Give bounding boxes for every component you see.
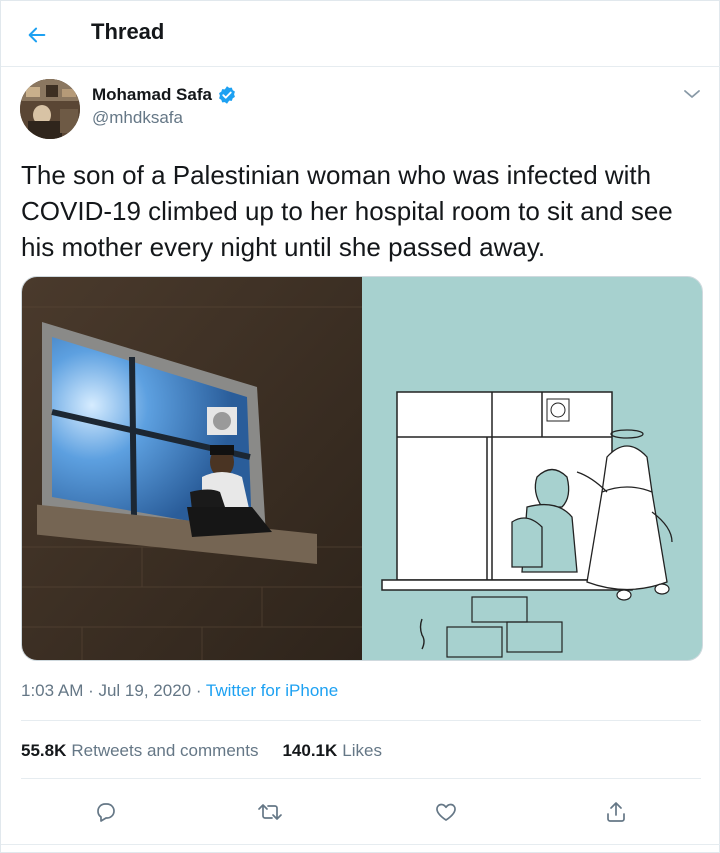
arrow-left-icon: [28, 27, 46, 43]
author-handle[interactable]: @mhdksafa: [92, 108, 183, 128]
tweet-text: The son of a Palestinian woman who was i…: [21, 160, 673, 262]
divider: [21, 720, 701, 721]
reply-button[interactable]: [91, 797, 121, 827]
divider: [21, 778, 701, 779]
likes-label: Likes: [342, 741, 382, 760]
divider: [1, 844, 720, 845]
avatar[interactable]: [20, 79, 80, 139]
likes-stat[interactable]: 140.1K Likes: [282, 741, 382, 761]
likes-count: 140.1K: [282, 741, 338, 760]
avatar-image: [20, 79, 80, 139]
author-name-text: Mohamad Safa: [92, 85, 212, 104]
reply-icon: [97, 803, 115, 822]
tweet-media[interactable]: [21, 276, 703, 661]
like-icon: [436, 803, 456, 821]
illustration-image: [362, 277, 702, 660]
tweet-time[interactable]: 1:03 AM · Jul 19, 2020 ·: [21, 681, 206, 700]
header: Thread: [1, 1, 720, 67]
share-button[interactable]: [601, 797, 631, 827]
share-icon: [607, 802, 625, 822]
tweet-menu-button[interactable]: [681, 85, 703, 103]
back-button[interactable]: [23, 21, 51, 49]
tweet-timestamp: 1:03 AM · Jul 19, 2020 · Twitter for iPh…: [21, 681, 338, 701]
verified-badge-icon: [219, 86, 235, 104]
page-title: Thread: [91, 19, 165, 44]
chevron-down-icon: [684, 90, 700, 98]
retweet-icon: [258, 804, 282, 820]
tweet-stats: 55.8K Retweets and comments 140.1K Likes: [21, 741, 406, 761]
author-name[interactable]: Mohamad Safa: [92, 85, 237, 105]
retweets-label: Retweets and comments: [71, 741, 259, 760]
illustration-mother-angel[interactable]: [362, 277, 702, 660]
retweets-count: 55.8K: [21, 741, 67, 760]
retweet-button[interactable]: [255, 797, 285, 827]
retweets-stat[interactable]: 55.8K Retweets and comments: [21, 741, 258, 761]
photo-image: [22, 277, 362, 660]
tweet-actions: [1, 791, 720, 831]
tweet-source-link[interactable]: Twitter for iPhone: [206, 681, 338, 700]
tweet-thread-view: Thread Mohamad Safa @mhdksafa The son of…: [0, 0, 720, 853]
photo-man-on-window-ledge[interactable]: [22, 277, 362, 660]
like-button[interactable]: [431, 797, 461, 827]
